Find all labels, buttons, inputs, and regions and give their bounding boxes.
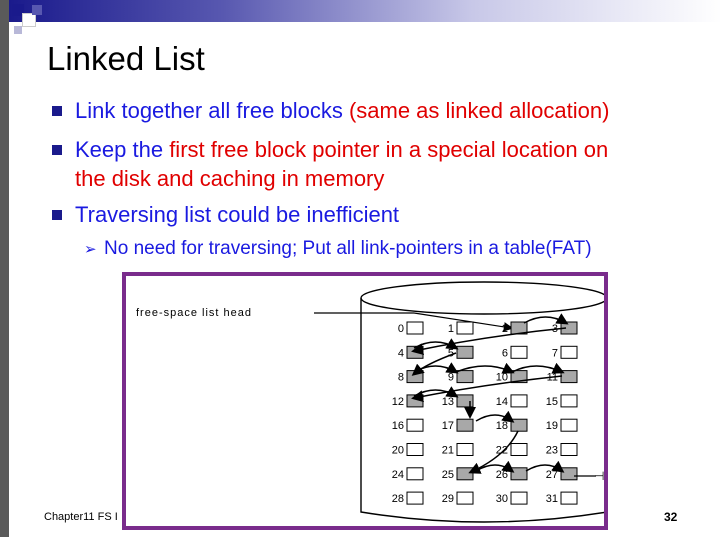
block-number-label: 8	[398, 372, 404, 384]
link-3-4	[411, 327, 567, 356]
block-number-label: 13	[442, 396, 454, 408]
block-number-label: 30	[496, 493, 508, 505]
block-number-label: 19	[546, 420, 558, 432]
used-block	[406, 443, 424, 456]
bullet-2-line-2: the disk and caching in memory	[75, 166, 385, 191]
block-number-label: 29	[442, 493, 454, 505]
link-2-3	[523, 313, 569, 325]
block-number-label: 22	[496, 445, 508, 457]
bullet-2-part-2: first free block pointer in a special lo…	[169, 137, 609, 162]
disk-cylinder-top	[360, 281, 604, 315]
used-block	[406, 321, 424, 335]
sub-bullet-arrow-icon: ➢	[84, 241, 97, 258]
used-block	[510, 491, 528, 505]
block-number-label: 17	[442, 420, 454, 432]
block-number-label: 26	[496, 469, 508, 481]
bullet-1-part-2: (same as linked allocation)	[348, 98, 610, 123]
disk-diagram: free-space list head 0 1 2 34 5 6 78 9 10 1112 13 1…	[136, 281, 604, 523]
free-block	[510, 418, 528, 432]
block-number-label: 23	[546, 445, 558, 457]
decor-square-mid	[32, 5, 42, 15]
slide-page-number: 32	[664, 510, 678, 524]
used-block	[560, 491, 578, 505]
block-number-label: 28	[392, 493, 404, 505]
bullet-1-text: Link together all free blocks (same as l…	[75, 98, 609, 123]
block-number-label: 18	[496, 420, 508, 432]
footer-chapter-label: Chapter11 FS I	[44, 511, 118, 523]
free-block	[456, 345, 474, 359]
link-11-12	[411, 375, 563, 403]
block-number-label: 6	[502, 347, 508, 359]
used-block	[560, 394, 578, 408]
bullet-2-part-1: Keep the	[75, 137, 170, 162]
used-block	[456, 443, 474, 456]
free-block	[456, 418, 474, 432]
block-number-label: 9	[448, 372, 454, 384]
bullet-3: Traversing list could be inefficient	[75, 202, 400, 227]
block-number-label: 31	[546, 493, 558, 505]
used-block	[406, 467, 424, 481]
block-number-label: 16	[392, 420, 404, 432]
used-block	[406, 418, 424, 432]
used-block	[560, 443, 578, 456]
slide-left-border	[0, 0, 9, 537]
used-block	[456, 491, 474, 505]
block-number-label: 7	[552, 347, 558, 359]
bullet-marker	[52, 210, 62, 220]
free-block	[560, 467, 578, 481]
free-block	[560, 370, 578, 384]
block-number-label: 21	[442, 445, 454, 457]
bullet-2-text: Keep the first free block pointer in a s…	[75, 137, 608, 162]
block-number-label: 10	[496, 372, 508, 384]
block-number-label: 20	[392, 445, 404, 457]
block-number-label: 4	[398, 347, 404, 359]
block-number-label: 14	[496, 396, 508, 408]
block-number-label: 2	[502, 323, 508, 335]
bullet-1: Link together all free blocks (same as l…	[50, 96, 609, 125]
block-number-label: 0	[398, 323, 404, 335]
free-block	[456, 370, 474, 384]
decor-square-light	[14, 26, 22, 34]
free-space-figure: free-space list head 0 1 2 3 4 5 6 7 8 9 10 11 12 13 1…	[122, 272, 608, 530]
block-number-label: 24	[392, 469, 404, 481]
used-block	[510, 443, 528, 456]
block-number-label: 25	[442, 469, 454, 481]
free-space-list-head-label: free-space list head	[136, 307, 252, 319]
free-block	[456, 467, 474, 481]
used-block	[406, 491, 424, 505]
block-number-label: 12	[392, 396, 404, 408]
bullet-1-part-1: Link together all free blocks	[75, 98, 349, 123]
block-number-label: 15	[546, 396, 558, 408]
used-block	[560, 345, 578, 359]
used-block	[456, 321, 474, 335]
used-block	[510, 394, 528, 408]
sub-bullet: No need for traversing; Put all link-poi…	[104, 238, 592, 259]
bullet-2: Keep the first free block pointer in a s…	[50, 135, 608, 164]
slide-header-band	[9, 0, 722, 22]
block-number-label: 1	[448, 323, 454, 335]
slide-title: Linked List	[47, 40, 205, 77]
decor-square-white	[22, 13, 36, 27]
null-terminator-icon: ⊣	[594, 469, 604, 483]
block-number-label: 27	[546, 469, 558, 481]
used-block	[560, 418, 578, 432]
free-block	[510, 467, 528, 481]
used-block	[510, 345, 528, 359]
